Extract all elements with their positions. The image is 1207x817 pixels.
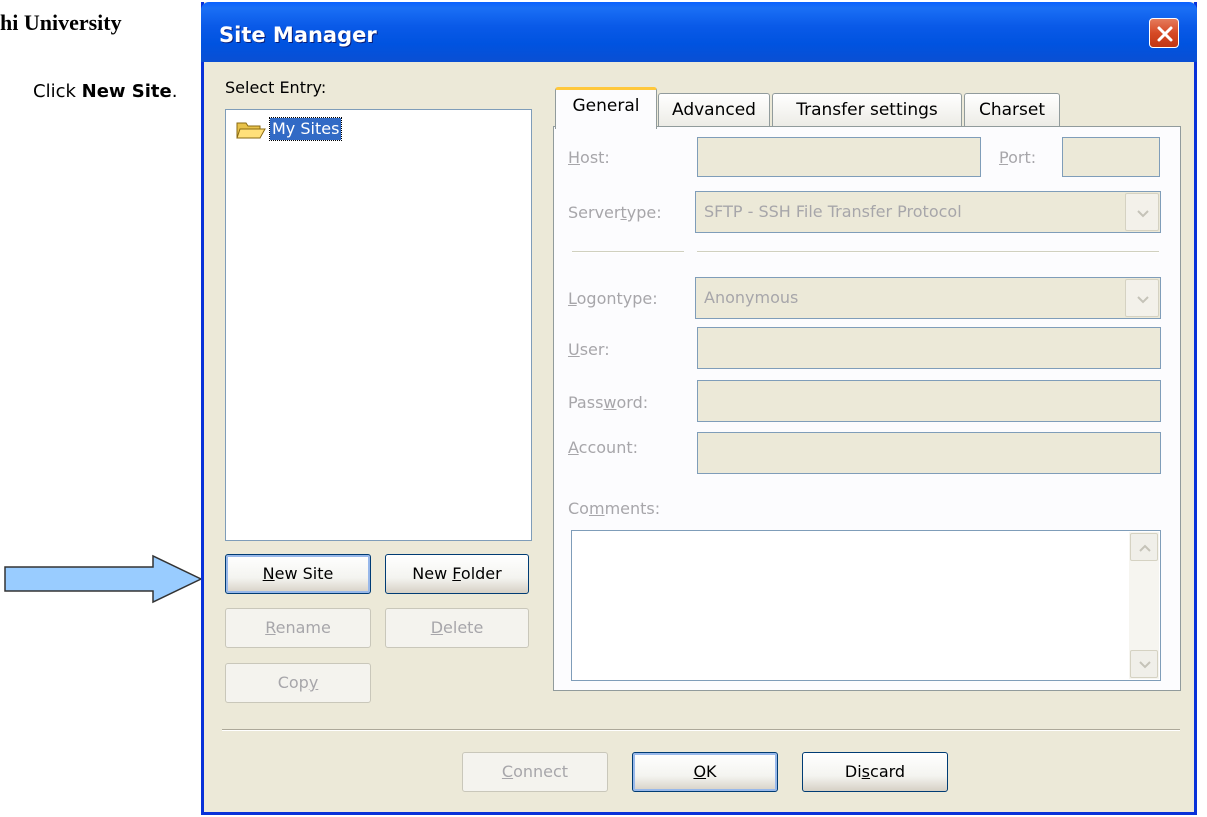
close-button[interactable] xyxy=(1149,18,1179,48)
host-label: Host: xyxy=(568,148,610,167)
chevron-down-icon xyxy=(1137,296,1149,304)
label-text: Pass xyxy=(568,393,604,412)
mnemonic: y xyxy=(308,673,319,692)
chevron-up-icon xyxy=(1139,544,1151,552)
connect-button[interactable]: Connect xyxy=(462,752,608,792)
separator-right xyxy=(697,251,1159,253)
servertype-dropdown-button[interactable] xyxy=(1125,193,1159,231)
button-label: K xyxy=(706,762,717,781)
label-text: ost: xyxy=(580,148,610,167)
ok-button[interactable]: OK xyxy=(632,752,778,792)
select-entry-label: Select Entry: xyxy=(225,78,327,97)
tree-item-label: My Sites xyxy=(268,117,343,141)
mnemonic: C xyxy=(501,762,514,781)
tab-advanced[interactable]: Advanced xyxy=(658,93,770,127)
site-tree[interactable]: My Sites xyxy=(225,109,532,541)
button-label: New xyxy=(412,564,453,583)
logontype-dropdown-button[interactable] xyxy=(1125,279,1159,317)
logontype-select[interactable]: Anonymous xyxy=(695,277,1161,319)
button-label: ename xyxy=(275,618,331,637)
comments-label: Comments: xyxy=(568,499,660,518)
new-folder-button[interactable]: New Folder xyxy=(385,554,529,594)
new-site-button[interactable]: New Site xyxy=(225,554,371,594)
label-text: Co xyxy=(568,499,589,518)
label-text: ccount: xyxy=(578,438,638,457)
title-bar[interactable]: Site Manager xyxy=(201,2,1197,62)
button-label: onnect xyxy=(513,762,569,781)
tab-charset[interactable]: Charset xyxy=(964,93,1060,127)
user-field[interactable] xyxy=(697,327,1161,369)
tab-general[interactable]: General xyxy=(555,87,657,129)
account-label: Account: xyxy=(568,438,638,457)
host-field[interactable] xyxy=(697,137,981,177)
button-label: Di xyxy=(844,762,862,781)
mnemonic: D xyxy=(430,618,444,637)
port-field[interactable] xyxy=(1062,137,1160,177)
chevron-down-icon xyxy=(1139,661,1151,669)
scroll-up-button[interactable] xyxy=(1130,533,1158,561)
button-label: card xyxy=(870,762,906,781)
logontype-value: Anonymous xyxy=(704,288,799,307)
rename-button[interactable]: Rename xyxy=(225,608,371,648)
delete-button[interactable]: Delete xyxy=(385,608,529,648)
discard-button[interactable]: Discard xyxy=(802,752,948,792)
scroll-down-button[interactable] xyxy=(1130,650,1158,678)
button-label: elete xyxy=(443,618,484,637)
servertype-select[interactable]: SFTP - SSH File Transfer Protocol xyxy=(695,191,1161,233)
doc-instruction: Click New Site. xyxy=(33,78,183,106)
logontype-label: Logontype: xyxy=(568,289,658,308)
mnemonic: R xyxy=(265,618,276,637)
button-label: older xyxy=(460,564,502,583)
mnemonic: O xyxy=(693,762,707,781)
instruction-bold: New Site xyxy=(81,81,172,102)
mnemonic: N xyxy=(262,564,275,583)
site-manager-window: Site Manager Select Entry: My Sites New … xyxy=(201,2,1197,815)
copy-button[interactable]: Copy xyxy=(225,663,371,703)
mnemonic: U xyxy=(568,340,580,359)
label-text: ser: xyxy=(579,340,610,359)
mnemonic: P xyxy=(999,148,1009,167)
instruction-suffix: . xyxy=(171,81,178,102)
label-text: ype: xyxy=(626,203,662,222)
mnemonic: w xyxy=(603,393,617,412)
button-label: Cop xyxy=(277,673,309,692)
mnemonic: H xyxy=(568,148,581,167)
mnemonic: s xyxy=(861,762,871,781)
comments-scrollbar[interactable] xyxy=(1129,532,1159,679)
mnemonic: A xyxy=(568,438,579,457)
servertype-label: Servertype: xyxy=(568,203,662,222)
label-text: ogontype: xyxy=(576,289,658,308)
button-label: ew Site xyxy=(274,564,334,583)
label-text: ments: xyxy=(604,499,661,518)
password-field[interactable] xyxy=(697,380,1161,422)
comments-textarea[interactable] xyxy=(571,530,1161,681)
doc-heading-fragment: hi University xyxy=(0,10,122,35)
close-icon xyxy=(1157,26,1173,42)
mnemonic: F xyxy=(452,564,461,583)
port-label: Port: xyxy=(999,148,1036,167)
tab-transfer-settings[interactable]: Transfer settings xyxy=(772,93,962,127)
mnemonic: m xyxy=(588,499,605,518)
folder-open-icon xyxy=(236,122,266,139)
chevron-down-icon xyxy=(1137,210,1149,218)
pointer-arrow-icon xyxy=(4,554,203,604)
label-text: Server xyxy=(568,203,621,222)
user-label: User: xyxy=(568,340,610,359)
servertype-value: SFTP - SSH File Transfer Protocol xyxy=(704,202,962,221)
instruction-prefix: Click xyxy=(33,81,82,102)
password-label: Password: xyxy=(568,393,648,412)
label-text: ord: xyxy=(616,393,649,412)
footer-divider xyxy=(222,729,1180,731)
separator-left xyxy=(572,251,684,253)
mnemonic: L xyxy=(568,289,577,308)
window-title: Site Manager xyxy=(219,23,377,47)
label-text: ort: xyxy=(1008,148,1037,167)
account-field[interactable] xyxy=(697,432,1161,474)
